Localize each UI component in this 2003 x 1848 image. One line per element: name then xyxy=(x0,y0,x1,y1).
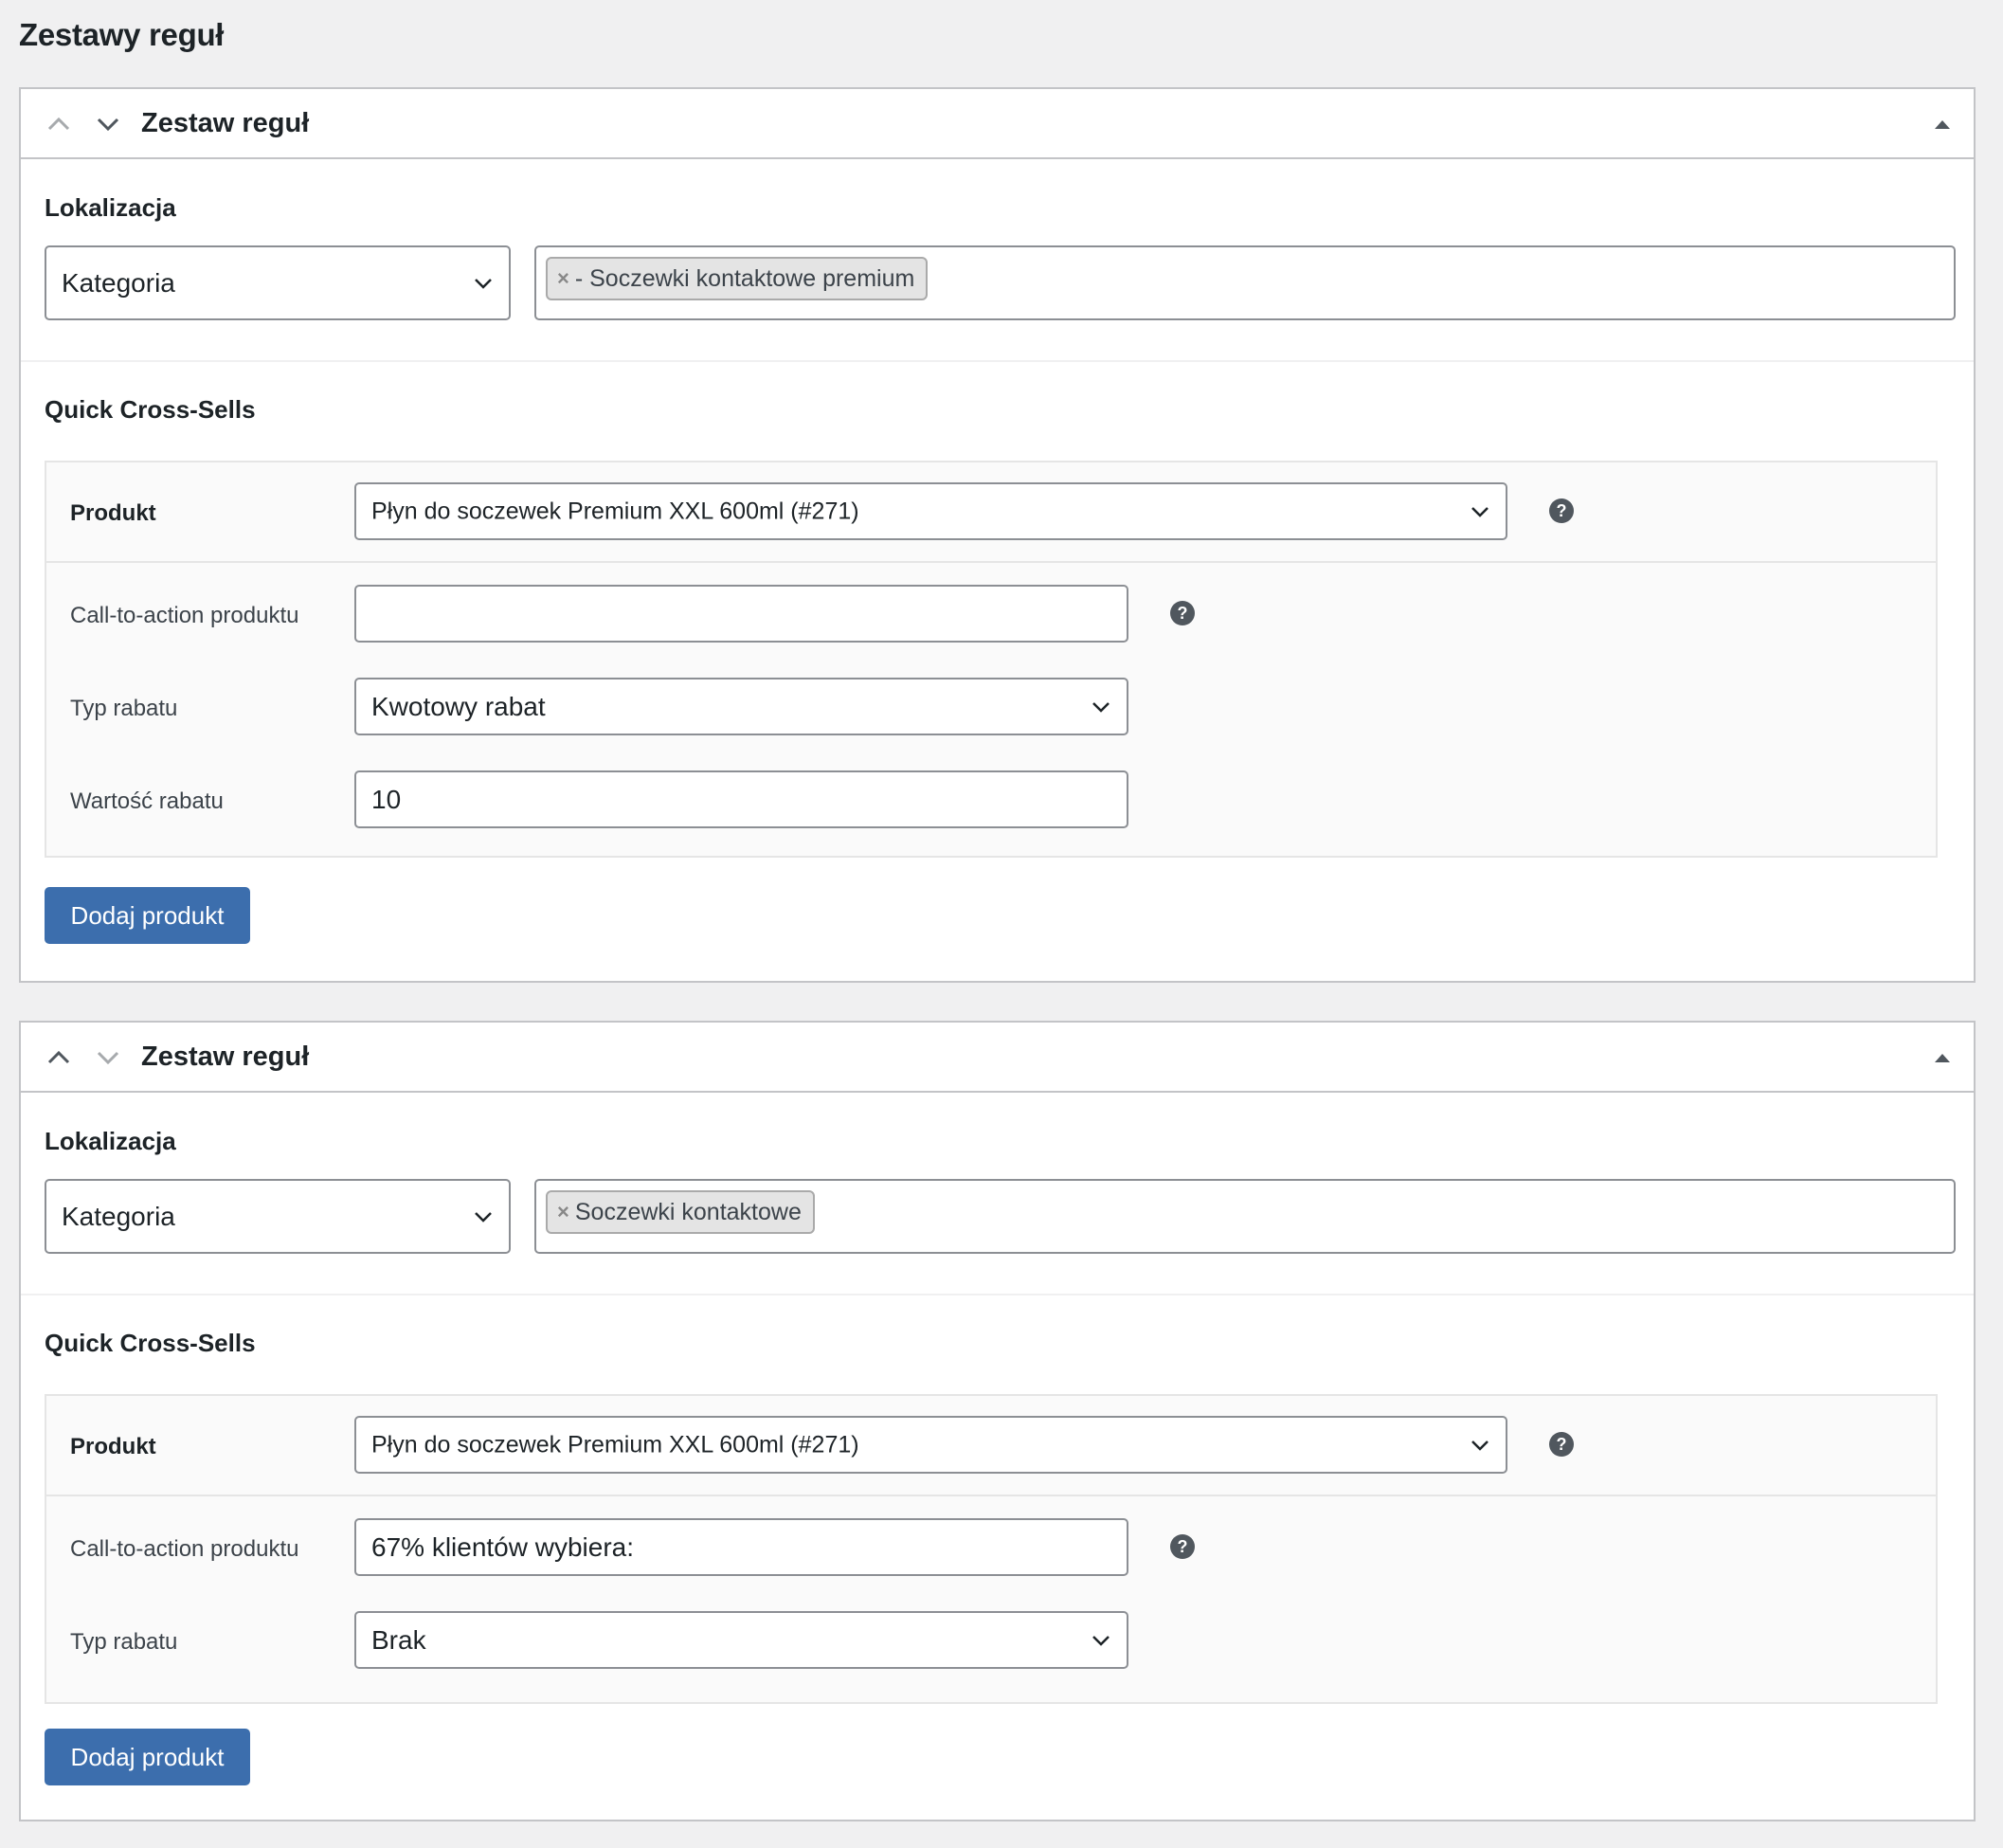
help-icon[interactable]: ? xyxy=(1549,1432,1574,1457)
move-down-icon[interactable] xyxy=(89,105,127,143)
product-label: Produkt xyxy=(70,500,156,526)
cta-label: Call-to-action produktu xyxy=(70,1536,299,1562)
chevron-down-icon xyxy=(475,1211,492,1223)
move-up-icon[interactable] xyxy=(40,1039,78,1077)
cross-sell-product-panel: Produkt Płyn do soczewek Premium XXL 600… xyxy=(45,1394,1938,1704)
discount-type-label: Typ rabatu xyxy=(70,696,178,721)
section-divider xyxy=(21,1294,1974,1295)
product-label: Produkt xyxy=(70,1434,156,1459)
cross-sells-label: Quick Cross-Sells xyxy=(45,1329,256,1357)
category-tag: × - Soczewki kontaktowe premium xyxy=(546,257,929,300)
move-down-icon[interactable] xyxy=(89,1039,127,1077)
category-tag-label: - Soczewki kontaktowe premium xyxy=(574,264,915,292)
move-up-icon[interactable] xyxy=(40,105,78,143)
category-tag-field[interactable]: × - Soczewki kontaktowe premium xyxy=(534,245,1956,320)
category-tag-label: Soczewki kontaktowe xyxy=(574,1198,802,1225)
chevron-down-icon xyxy=(1471,506,1489,517)
discount-type-label: Typ rabatu xyxy=(70,1629,178,1655)
help-icon[interactable]: ? xyxy=(1170,601,1195,625)
product-row: Produkt Płyn do soczewek Premium XXL 600… xyxy=(46,1396,1936,1496)
discount-type-select[interactable]: Brak xyxy=(354,1611,1128,1669)
discount-type-value: Kwotowy rabat xyxy=(371,691,546,721)
product-select[interactable]: Płyn do soczewek Premium XXL 600ml (#271… xyxy=(354,482,1507,540)
category-tag-field[interactable]: × Soczewki kontaktowe xyxy=(534,1179,1956,1254)
product-select[interactable]: Płyn do soczewek Premium XXL 600ml (#271… xyxy=(354,1416,1507,1474)
cta-value: 67% klientów wybiera: xyxy=(371,1531,635,1562)
page-title: Zestawy reguł xyxy=(19,17,225,52)
section-divider xyxy=(21,360,1974,362)
chevron-down-icon xyxy=(1092,1635,1110,1646)
help-icon[interactable]: ? xyxy=(1549,498,1574,523)
chevron-down-icon xyxy=(1471,1440,1489,1451)
cross-sells-label: Quick Cross-Sells xyxy=(45,395,256,424)
chevron-down-icon xyxy=(475,278,492,289)
rule-set-box: Zestaw reguł Lokalizacja Kategoria × Soc… xyxy=(19,1021,1976,1821)
rule-set-header: Zestaw reguł xyxy=(21,89,1974,159)
location-type-value: Kategoria xyxy=(62,267,175,298)
location-type-select[interactable]: Kategoria xyxy=(45,1179,511,1254)
collapse-toggle-icon[interactable] xyxy=(1928,110,1957,138)
product-row: Produkt Płyn do soczewek Premium XXL 600… xyxy=(46,462,1936,563)
cta-input[interactable]: 67% klientów wybiera: xyxy=(354,1518,1128,1576)
location-label: Lokalizacja xyxy=(45,193,176,222)
discount-type-select[interactable]: Kwotowy rabat xyxy=(354,678,1128,735)
collapse-toggle-icon[interactable] xyxy=(1928,1043,1957,1072)
add-product-button[interactable]: Dodaj produkt xyxy=(45,1729,250,1785)
discount-type-value: Brak xyxy=(371,1624,426,1655)
discount-value-input[interactable]: 10 xyxy=(354,770,1128,828)
location-label: Lokalizacja xyxy=(45,1127,176,1155)
rule-set-title: Zestaw reguł xyxy=(141,1042,310,1072)
rule-set-header: Zestaw reguł xyxy=(21,1023,1974,1093)
cta-label: Call-to-action produktu xyxy=(70,603,299,628)
discount-value-label: Wartość rabatu xyxy=(70,788,224,814)
chevron-down-icon xyxy=(1092,701,1110,713)
category-tag: × Soczewki kontaktowe xyxy=(546,1190,815,1234)
cta-input[interactable] xyxy=(354,585,1128,643)
product-value: Płyn do soczewek Premium XXL 600ml (#271… xyxy=(371,498,859,524)
discount-value: 10 xyxy=(371,784,402,814)
location-type-value: Kategoria xyxy=(62,1201,175,1231)
rule-set-title: Zestaw reguł xyxy=(141,108,310,138)
tag-remove-icon[interactable]: × xyxy=(557,266,569,291)
add-product-button[interactable]: Dodaj produkt xyxy=(45,887,250,944)
location-type-select[interactable]: Kategoria xyxy=(45,245,511,320)
cross-sell-product-panel: Produkt Płyn do soczewek Premium XXL 600… xyxy=(45,461,1938,858)
tag-remove-icon[interactable]: × xyxy=(557,1200,569,1224)
help-icon[interactable]: ? xyxy=(1170,1534,1195,1559)
product-value: Płyn do soczewek Premium XXL 600ml (#271… xyxy=(371,1431,859,1458)
rule-set-box: Zestaw reguł Lokalizacja Kategoria × - S… xyxy=(19,87,1976,983)
